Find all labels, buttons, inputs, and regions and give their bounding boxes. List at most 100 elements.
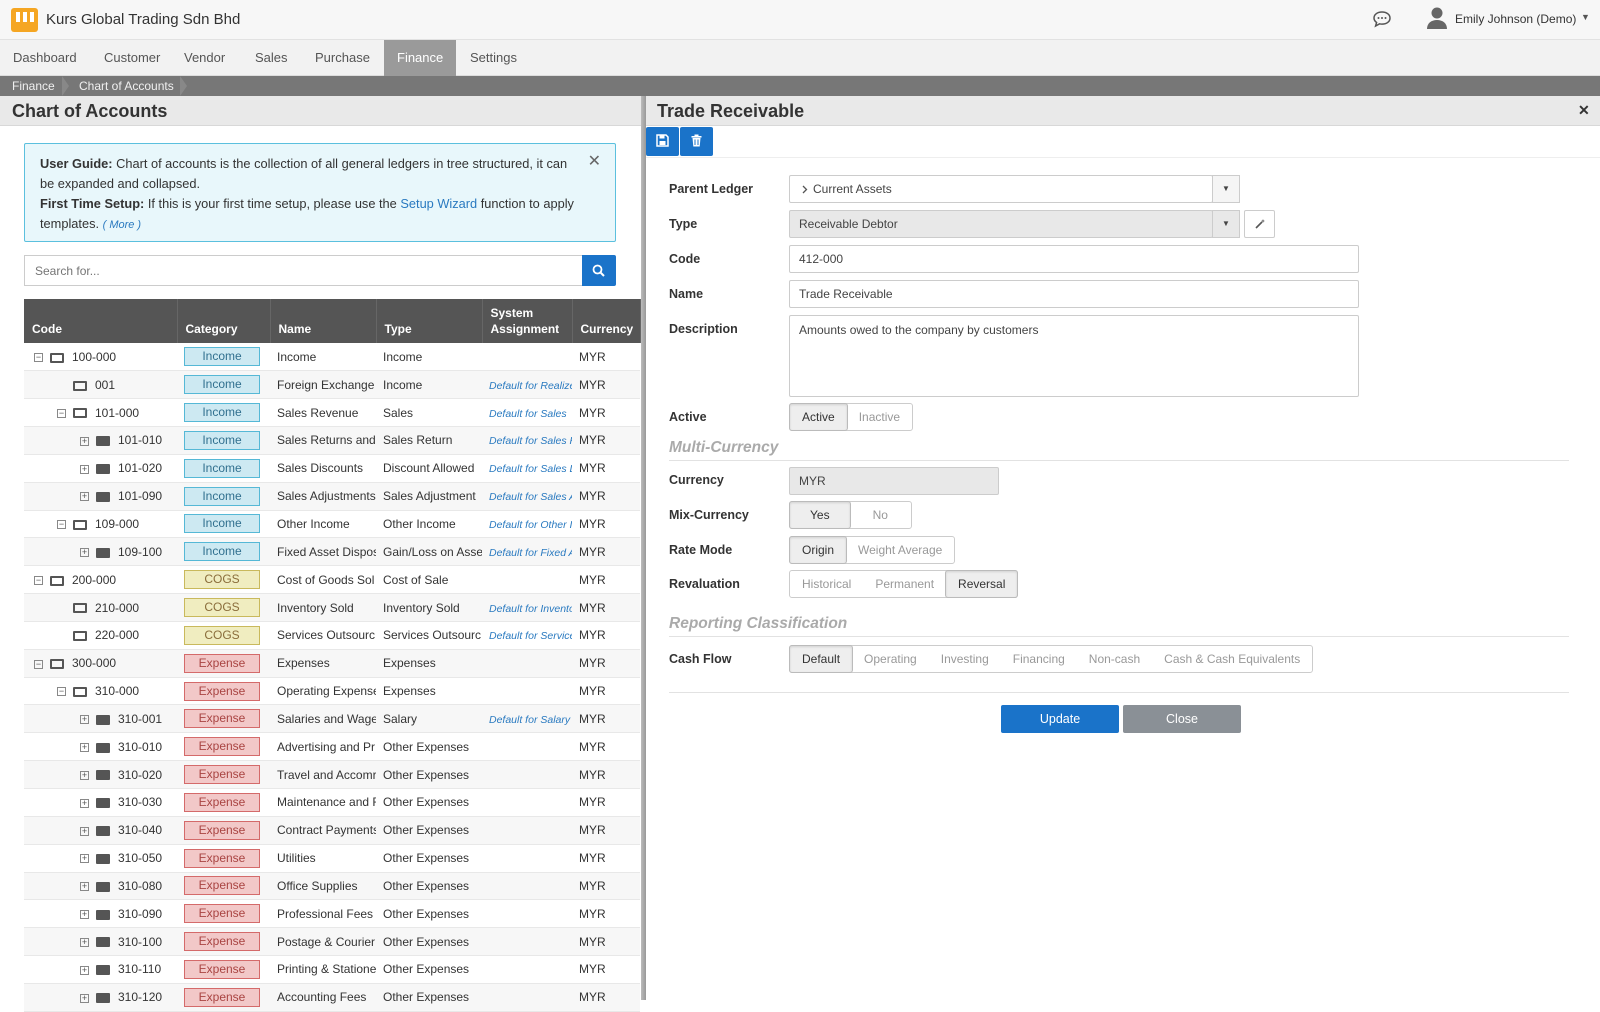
table-row[interactable]: +310-030 Expense Maintenance and F Other Ex… <box>24 788 640 817</box>
close-icon[interactable]: ✕ <box>1578 102 1590 119</box>
table-row[interactable]: 210-000 COGS Inventory Sold Inventory Sold D… <box>24 593 640 622</box>
setup-wizard-link[interactable]: Setup Wizard <box>400 196 477 211</box>
col-system-assignment[interactable]: System Assignment <box>482 299 573 343</box>
user-menu-caret-icon[interactable]: ▼ <box>1581 12 1590 22</box>
col-currency[interactable]: Currency <box>572 299 641 343</box>
expand-icon[interactable]: + <box>80 548 89 558</box>
collapse-icon[interactable]: − <box>57 520 66 530</box>
col-type[interactable]: Type <box>376 299 483 343</box>
mix-currency-yes-option[interactable]: Yes <box>789 501 851 529</box>
reval-historical-option[interactable]: Historical <box>790 571 863 597</box>
rate-weight-average-option[interactable]: Weight Average <box>846 537 954 563</box>
table-row[interactable]: +310-010 Expense Advertising and Pr Other E… <box>24 732 640 762</box>
chat-icon[interactable] <box>1372 10 1392 28</box>
edit-type-button[interactable] <box>1244 210 1275 238</box>
cashflow-financing-option[interactable]: Financing <box>1001 646 1077 672</box>
parent-ledger-dropdown-caret-icon[interactable]: ▼ <box>1212 175 1240 203</box>
cashflow-investing-option[interactable]: Investing <box>929 646 1001 672</box>
collapse-icon[interactable]: − <box>34 353 43 362</box>
company-name[interactable]: Kurs Global Trading Sdn Bhd <box>46 11 240 28</box>
more-link[interactable]: ( More ) <box>103 219 142 231</box>
table-row[interactable]: −100-000 Income Income Income MYR <box>24 343 640 372</box>
cashflow-operating-option[interactable]: Operating <box>852 646 929 672</box>
cashflow-cash-equivalents-option[interactable]: Cash & Cash Equivalents <box>1152 646 1312 672</box>
table-row[interactable]: +101-020 Income Sales Discounts Discount Al… <box>24 454 640 483</box>
collapse-icon[interactable]: − <box>57 687 66 697</box>
name-field[interactable]: Trade Receivable <box>789 280 1359 308</box>
table-row[interactable]: +310-020 Expense Travel and Accomr Other Ex… <box>24 760 640 789</box>
table-row[interactable]: +310-120 Expense Accounting Fees Other Expe… <box>24 983 640 1012</box>
nav-vendor[interactable]: Vendor <box>171 40 238 76</box>
reval-reversal-option[interactable]: Reversal <box>945 570 1019 598</box>
breadcrumb-finance[interactable]: Finance <box>12 79 55 93</box>
table-row[interactable]: − 200-000 COGS Cost of Goods Sol Cost of Sal… <box>24 565 640 595</box>
table-row[interactable]: +310-090 Expense Professional Fees Other Ex… <box>24 899 640 929</box>
collapse-icon[interactable]: − <box>34 659 43 669</box>
table-row[interactable]: − 310-000 Expense Operating Expense Expenses… <box>24 677 640 706</box>
expand-icon[interactable]: + <box>80 798 89 808</box>
type-select[interactable]: Receivable Debtor <box>789 210 1213 238</box>
expand-icon[interactable]: + <box>80 854 89 864</box>
description-field[interactable]: Amounts owed to the company by customers <box>789 315 1359 397</box>
table-row[interactable]: − 109-000 Income Other Income Other Income De… <box>24 510 640 539</box>
nav-sales[interactable]: Sales <box>242 40 301 76</box>
update-button[interactable]: Update <box>1001 705 1119 733</box>
save-button[interactable] <box>646 127 679 156</box>
table-row[interactable]: +109-100 Income Fixed Asset Dispos Gain/Los… <box>24 537 640 567</box>
expand-icon[interactable]: + <box>80 770 89 780</box>
cashflow-default-option[interactable]: Default <box>789 645 854 673</box>
parent-ledger-select[interactable]: Current Assets <box>789 175 1213 203</box>
reval-permanent-option[interactable]: Permanent <box>863 571 946 597</box>
table-row[interactable]: +101-010 Income Sales Returns and Sales Ret… <box>24 426 640 455</box>
expand-icon[interactable]: + <box>80 464 89 474</box>
mix-currency-no-option[interactable]: No <box>850 502 911 528</box>
category-badge: Expense <box>184 653 260 673</box>
search-button[interactable] <box>582 255 616 286</box>
code-field[interactable]: 412-000 <box>789 245 1359 273</box>
col-code[interactable]: Code <box>24 299 178 343</box>
expand-icon[interactable]: + <box>80 826 89 836</box>
breadcrumb-chart-of-accounts[interactable]: Chart of Accounts <box>79 79 174 93</box>
table-row[interactable]: +310-080 Expense Office Supplies Other Expe… <box>24 872 640 901</box>
close-button[interactable]: Close <box>1123 705 1241 733</box>
status-active-option[interactable]: Active <box>789 403 848 431</box>
table-row[interactable]: +101-090 Income Sales Adjustments Sales Adj… <box>24 482 640 511</box>
expand-icon[interactable]: + <box>80 910 89 920</box>
expand-icon[interactable]: + <box>80 715 89 725</box>
nav-purchase[interactable]: Purchase <box>302 40 383 76</box>
nav-dashboard[interactable]: Dashboard <box>0 40 90 76</box>
rate-origin-option[interactable]: Origin <box>789 536 848 564</box>
expand-icon[interactable]: + <box>80 743 89 753</box>
nav-finance[interactable]: Finance <box>384 40 457 76</box>
table-row[interactable]: 220-000 COGS Services Outsourc Services Out… <box>24 621 640 650</box>
collapse-icon[interactable]: − <box>34 576 43 585</box>
expand-icon[interactable]: + <box>80 436 89 446</box>
expand-icon[interactable]: + <box>80 882 89 892</box>
table-row[interactable]: − 300-000 Expense Expenses Expenses MYR <box>24 649 640 678</box>
table-row[interactable]: +310-110 Expense Printing & Statione Other … <box>24 955 640 984</box>
table-row[interactable]: 001 Income Foreign Exchange Income Default f… <box>24 370 640 400</box>
user-avatar-icon[interactable] <box>1426 6 1448 30</box>
expand-icon[interactable]: + <box>80 965 89 975</box>
table-row[interactable]: +310-050 Expense Utilities Other Expenses MY… <box>24 844 640 873</box>
type-dropdown-caret-icon[interactable]: ▼ <box>1212 210 1240 238</box>
col-name[interactable]: Name <box>270 299 377 343</box>
user-name[interactable]: Emily Johnson (Demo) <box>1455 12 1576 26</box>
close-alert-icon[interactable]: ✕ <box>588 152 601 172</box>
table-row[interactable]: +310-100 Expense Postage & Courier Other Ex… <box>24 927 640 957</box>
col-category[interactable]: Category <box>177 299 271 343</box>
nav-settings[interactable]: Settings <box>457 40 530 76</box>
expand-icon[interactable]: + <box>80 937 89 947</box>
expand-icon[interactable]: + <box>80 492 89 502</box>
table-row[interactable]: +310-001 Expense Salaries and Wage Salary De… <box>24 704 640 734</box>
nav-customer[interactable]: Customer <box>91 40 173 76</box>
table-row[interactable]: − 101-000 Income Sales Revenue Sales Default … <box>24 398 640 428</box>
collapse-icon[interactable]: − <box>57 408 66 418</box>
search-input[interactable] <box>24 255 582 286</box>
company-logo-icon[interactable] <box>11 8 38 32</box>
cashflow-noncash-option[interactable]: Non-cash <box>1077 646 1152 672</box>
table-row[interactable]: +310-040 Expense Contract Payments Other Ex… <box>24 816 640 845</box>
delete-button[interactable] <box>680 127 713 156</box>
status-inactive-option[interactable]: Inactive <box>847 404 912 430</box>
expand-icon[interactable]: + <box>80 993 89 1003</box>
